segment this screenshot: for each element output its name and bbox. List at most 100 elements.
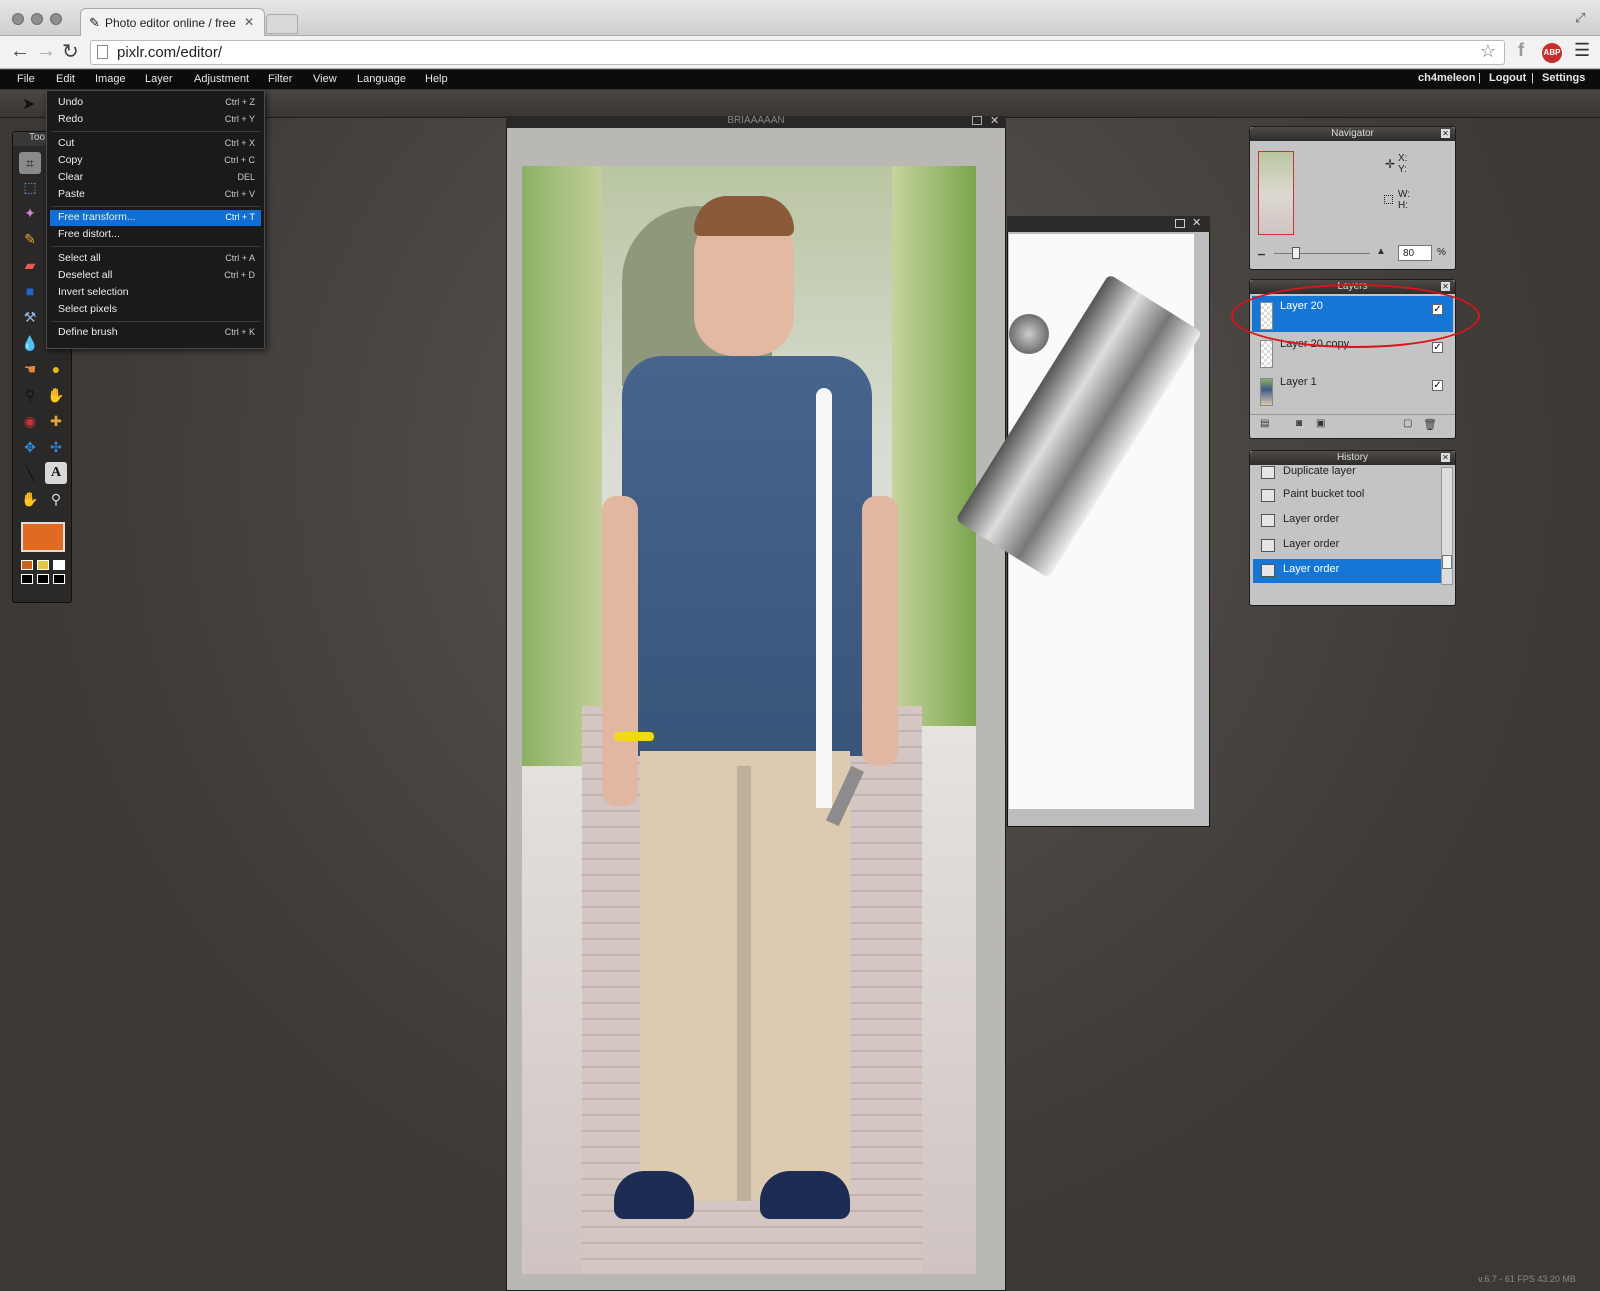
hilt-image-canvas[interactable] <box>955 234 1203 809</box>
navigator-thumbnail[interactable] <box>1258 151 1294 235</box>
layer-styles-icon[interactable]: ▣ <box>1316 418 1325 429</box>
status-text: v.6.7 - 61 FPS 43.20 MB <box>1478 1274 1576 1284</box>
move-tool-icon[interactable]: ➤ <box>22 94 35 114</box>
window-minimize-button[interactable] <box>31 13 43 25</box>
window-zoom-button[interactable] <box>50 13 62 25</box>
layer-visibility-checkbox[interactable]: ✓ <box>1432 342 1443 353</box>
logout-link[interactable]: Logout <box>1489 72 1526 84</box>
swatch-2[interactable] <box>37 560 49 570</box>
swatch-3[interactable] <box>53 560 65 570</box>
sponge-tool-icon[interactable]: ● <box>45 358 67 380</box>
color-picker-icon[interactable]: ╲ <box>19 462 41 484</box>
menu-item-free-distort[interactable]: Free distort... <box>50 227 261 243</box>
menu-help[interactable]: Help <box>425 73 448 85</box>
layer-settings-icon[interactable]: ▤ <box>1260 418 1269 429</box>
zoom-out-icon[interactable]: ▁ <box>1258 245 1265 256</box>
close-icon[interactable]: ✕ <box>1441 453 1450 462</box>
red-eye-tool-icon[interactable]: ◉ <box>19 410 41 432</box>
swatch-1[interactable] <box>21 560 33 570</box>
dodge-tool-icon[interactable]: ⚲ <box>19 384 41 406</box>
menu-item-free-transform[interactable]: Free transform... Ctrl + T <box>50 210 261 226</box>
menu-item-cut[interactable]: Cut Ctrl + X <box>50 136 261 152</box>
swatch-5[interactable] <box>37 574 49 584</box>
marquee-tool-icon[interactable]: ⬚ <box>19 176 41 198</box>
layer-name: Layer 1 <box>1280 376 1317 388</box>
menu-item-redo[interactable]: Redo Ctrl + Y <box>50 112 261 128</box>
menu-file[interactable]: File <box>17 73 35 85</box>
menu-item-deselect-all[interactable]: Deselect all Ctrl + D <box>50 268 261 284</box>
swatch-4[interactable] <box>21 574 33 584</box>
menu-item-select-pixels[interactable]: Select pixels <box>50 302 261 318</box>
menu-item-copy[interactable]: Copy Ctrl + C <box>50 153 261 169</box>
zoom-in-icon[interactable]: ▲ <box>1376 246 1386 257</box>
menu-adjustment[interactable]: Adjustment <box>194 73 249 85</box>
gradient-tool-icon[interactable]: ■ <box>19 280 41 302</box>
facebook-icon[interactable]: f <box>1518 40 1524 61</box>
pencil-tool-icon[interactable]: ✎ <box>19 228 41 250</box>
blur-tool-icon[interactable]: 💧 <box>19 332 41 354</box>
zoom-slider-handle[interactable] <box>1292 247 1300 259</box>
menu-item-select-all[interactable]: Select all Ctrl + A <box>50 251 261 267</box>
fullscreen-icon[interactable]: ⤢ <box>1575 10 1585 26</box>
new-layer-icon[interactable]: ▢ <box>1403 418 1412 429</box>
close-icon[interactable]: ✕ <box>1441 282 1450 291</box>
close-icon[interactable]: ✕ <box>990 114 999 127</box>
bookmark-star-icon[interactable]: ☆ <box>1480 41 1496 62</box>
menu-filter[interactable]: Filter <box>268 73 292 85</box>
settings-link[interactable]: Settings <box>1542 72 1585 84</box>
spot-heal-tool-icon[interactable]: ✚ <box>45 410 67 432</box>
menu-item-invert-selection[interactable]: Invert selection <box>50 285 261 301</box>
bloat-tool-icon[interactable]: ✥ <box>19 436 41 458</box>
back-arrow-icon[interactable]: ← <box>10 40 30 63</box>
photo-canvas[interactable] <box>522 166 976 1274</box>
hand-tool-icon[interactable]: ✋ <box>19 488 41 510</box>
username[interactable]: ch4meleon <box>1418 72 1475 84</box>
tab-close-icon[interactable]: ✕ <box>244 15 254 29</box>
address-bar[interactable]: pixlr.com/editor/ ☆ <box>90 40 1505 65</box>
layer-visibility-checkbox[interactable]: ✓ <box>1432 380 1443 391</box>
trash-icon[interactable]: 🗑 <box>1423 418 1437 431</box>
history-scroll-thumb[interactable] <box>1442 555 1452 569</box>
menu-edit[interactable]: Edit <box>56 73 75 85</box>
burn-tool-icon[interactable]: ✋ <box>45 384 67 406</box>
browser-menu-icon[interactable]: ☰ <box>1574 40 1590 61</box>
zoom-input[interactable]: 80 <box>1398 245 1432 261</box>
smudge-tool-icon[interactable]: ☚ <box>19 358 41 380</box>
menu-item-paste[interactable]: Paste Ctrl + V <box>50 187 261 203</box>
eraser-tool-icon[interactable]: ▰ <box>19 254 41 276</box>
zoom-tool-icon[interactable]: ⚲ <box>45 488 67 510</box>
close-icon[interactable]: ✕ <box>1192 216 1201 229</box>
close-icon[interactable]: ✕ <box>1441 129 1450 138</box>
menu-item-define-brush[interactable]: Define brush Ctrl + K <box>50 325 261 341</box>
menu-layer[interactable]: Layer <box>145 73 173 85</box>
layer-mask-icon[interactable]: ◙ <box>1296 418 1302 429</box>
adblock-icon[interactable]: ABP <box>1542 43 1562 63</box>
menu-view[interactable]: View <box>313 73 337 85</box>
menu-language[interactable]: Language <box>357 73 406 85</box>
menu-item-undo[interactable]: Undo Ctrl + Z <box>50 95 261 111</box>
primary-color-swatch[interactable] <box>21 522 65 552</box>
swatch-6[interactable] <box>53 574 65 584</box>
menu-separator <box>51 246 261 247</box>
layer-row[interactable]: Layer 1 ✓ <box>1252 372 1453 408</box>
zoom-slider-track[interactable] <box>1274 253 1370 254</box>
clone-stamp-icon[interactable]: ⚒ <box>19 306 41 328</box>
new-tab-button[interactable] <box>266 14 298 34</box>
browser-tab[interactable]: ✎ Photo editor online / free ✕ <box>80 8 265 36</box>
history-item[interactable]: Layer order <box>1253 559 1441 583</box>
history-item[interactable]: Layer order <box>1253 534 1441 558</box>
pinch-tool-icon[interactable]: ✣ <box>45 436 67 458</box>
forward-arrow-icon[interactable]: → <box>36 40 56 63</box>
crop-tool-icon[interactable]: ⌗ <box>19 152 41 174</box>
maximize-icon[interactable] <box>972 116 982 125</box>
history-item[interactable]: Duplicate layer <box>1253 465 1441 481</box>
magic-wand-icon[interactable]: ✦ <box>19 202 41 224</box>
menu-item-clear[interactable]: Clear DEL <box>50 170 261 186</box>
history-item[interactable]: Paint bucket tool <box>1253 484 1441 508</box>
type-tool-icon[interactable]: A <box>45 462 67 484</box>
reload-icon[interactable]: ↻ <box>62 39 79 64</box>
maximize-icon[interactable] <box>1175 219 1185 228</box>
window-close-button[interactable] <box>12 13 24 25</box>
history-item[interactable]: Layer order <box>1253 509 1441 533</box>
menu-image[interactable]: Image <box>95 73 126 85</box>
